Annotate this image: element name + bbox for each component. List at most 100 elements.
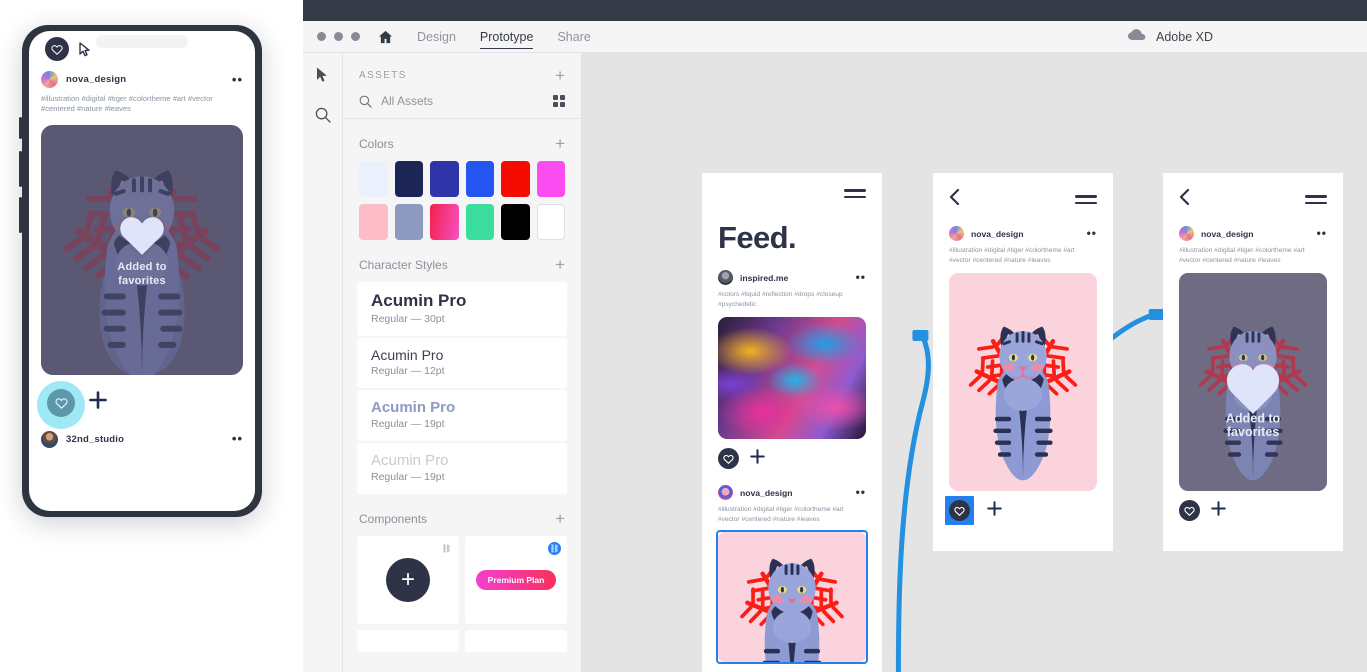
color-swatch-indigo[interactable] [430, 161, 459, 197]
feed-artboard[interactable]: Feed. inspired.me •• #colors #liquid #re… [702, 173, 882, 672]
more-dots-icon[interactable]: •• [1317, 227, 1327, 239]
window-controls[interactable] [317, 32, 360, 41]
favorite-badge-icon[interactable] [45, 37, 69, 61]
feed-post-2-tags: #illustration #digital #tiger #colorthem… [718, 506, 844, 523]
color-swatch-midnight-navy[interactable] [394, 161, 423, 197]
select-tool[interactable] [311, 63, 335, 87]
svg-text:Added to: Added to [1226, 412, 1281, 426]
plus-icon [1211, 500, 1226, 516]
color-swatch-blush-pink[interactable] [359, 204, 388, 240]
link-icon[interactable]: ⛓ [440, 542, 453, 555]
tab-share[interactable]: Share [557, 21, 590, 52]
preview-post-tags: #illustration #digital #tiger #colorthem… [41, 94, 213, 114]
color-swatch-slate-blue[interactable] [394, 204, 423, 240]
avatar [1179, 226, 1194, 241]
chevron-left-icon[interactable] [1179, 188, 1190, 210]
adobe-xd-window: Design Prototype Share Adobe XD ASSETS +… [303, 0, 1367, 672]
add-button[interactable] [750, 449, 765, 469]
components-section-header: Components + [343, 494, 581, 536]
grid-view-icon[interactable] [553, 95, 565, 107]
assets-panel-title: ASSETS [359, 70, 407, 81]
hamburger-menu-icon[interactable] [1075, 194, 1097, 205]
component-card-extra-2[interactable] [465, 630, 567, 652]
color-swatch-black[interactable] [501, 204, 530, 240]
character-style-name: Acumin Pro [371, 291, 467, 310]
chevron-left-icon[interactable] [949, 188, 960, 210]
tab-prototype[interactable]: Prototype [479, 21, 533, 52]
color-swatch-magenta[interactable] [536, 161, 565, 197]
add-component-button[interactable]: + [555, 510, 565, 527]
character-style-item[interactable]: Acumin Pro Regular — 30pt [357, 282, 567, 336]
wire-endpoint-marker [912, 330, 929, 341]
prototype-canvas[interactable]: Feed. inspired.me •• #colors #liquid #re… [582, 53, 1367, 672]
zoom-tool[interactable] [311, 103, 335, 127]
search-input[interactable]: All Assets [381, 94, 544, 108]
app-toolbar: Design Prototype Share Adobe XD [303, 21, 1367, 53]
favorite-button[interactable] [718, 448, 739, 470]
preview-actions [29, 375, 255, 429]
minimize-button[interactable] [334, 32, 343, 41]
character-style-item[interactable]: Acumin Pro Regular — 19pt [357, 443, 567, 494]
pointer-cursor-icon [79, 42, 92, 62]
component-card-premium-badge[interactable]: ⛓ Premium Plan [465, 536, 567, 624]
heart-icon [54, 397, 68, 409]
color-swatch-white[interactable] [536, 204, 565, 240]
color-swatch-ice-white[interactable] [359, 161, 388, 197]
detail-image[interactable] [949, 273, 1097, 492]
add-button-component[interactable]: + [386, 558, 430, 602]
avatar [949, 226, 964, 241]
more-dots-icon[interactable]: •• [232, 432, 243, 445]
home-icon[interactable] [378, 30, 393, 44]
character-style-name: Acumin Pro [371, 399, 456, 416]
more-dots-icon[interactable]: •• [856, 271, 866, 283]
add-button[interactable] [89, 391, 107, 414]
plus-icon [750, 449, 765, 464]
add-character-style-button[interactable]: + [555, 256, 565, 273]
preview-footer-username: 32nd_studio [66, 433, 125, 445]
character-style-item[interactable]: Acumin Pro Regular — 12pt [357, 338, 567, 388]
feed-post-1-image[interactable] [718, 317, 866, 440]
color-swatch-red-pink-gradient[interactable] [430, 204, 459, 240]
more-dots-icon[interactable]: •• [232, 73, 243, 86]
detail-fav-image[interactable]: Added to favorites [1179, 273, 1327, 492]
add-asset-button[interactable]: + [555, 67, 565, 84]
detail-username: nova_design [971, 228, 1024, 239]
svg-text:favorites: favorites [1227, 425, 1279, 439]
character-style-meta: Regular — 30pt [371, 313, 445, 325]
add-button[interactable] [987, 500, 1002, 521]
preview-post-image[interactable]: Added to favorites [41, 124, 243, 375]
assets-search-row[interactable]: All Assets [343, 90, 581, 119]
component-card-extra-1[interactable] [357, 630, 459, 652]
phone-screen[interactable]: nova_design •• #illustration #digital #t… [29, 31, 255, 511]
detail-artboard-favorited[interactable]: nova_design •• #illustration #digital #t… [1163, 173, 1343, 551]
color-swatch-bright-blue[interactable] [465, 161, 494, 197]
component-card-add-button[interactable]: ⛓ + [357, 536, 459, 624]
phone-volume-up-button [19, 151, 22, 187]
colors-section-header: Colors + [343, 119, 581, 161]
link-icon[interactable]: ⛓ [548, 542, 561, 555]
more-dots-icon[interactable]: •• [1087, 227, 1097, 239]
plus-icon [89, 391, 107, 409]
add-button[interactable] [1211, 500, 1226, 521]
favorite-button[interactable] [949, 500, 970, 522]
close-button[interactable] [317, 32, 326, 41]
tab-design[interactable]: Design [417, 21, 456, 52]
tiger-illustration [740, 559, 844, 663]
heart-filled-icon [120, 217, 164, 255]
feed-post-2-image[interactable] [716, 530, 868, 665]
color-swatch-pure-red[interactable] [501, 161, 530, 197]
maximize-button[interactable] [351, 32, 360, 41]
hamburger-menu-icon[interactable] [844, 189, 866, 199]
color-swatch-mint-green[interactable] [465, 204, 494, 240]
add-color-button[interactable]: + [555, 135, 565, 152]
more-dots-icon[interactable]: •• [856, 486, 866, 498]
hamburger-menu-icon[interactable] [1305, 194, 1327, 205]
favorite-button[interactable] [47, 388, 75, 417]
detail-artboard-default[interactable]: nova_design •• #illustration #digital #t… [933, 173, 1113, 551]
character-style-item[interactable]: Acumin Pro Regular — 19pt [357, 390, 567, 441]
favorite-button-selected[interactable] [945, 496, 974, 526]
avatar [718, 270, 733, 286]
favorite-button[interactable] [1179, 500, 1200, 522]
avatar [41, 71, 58, 88]
phone-side-button [19, 117, 22, 139]
